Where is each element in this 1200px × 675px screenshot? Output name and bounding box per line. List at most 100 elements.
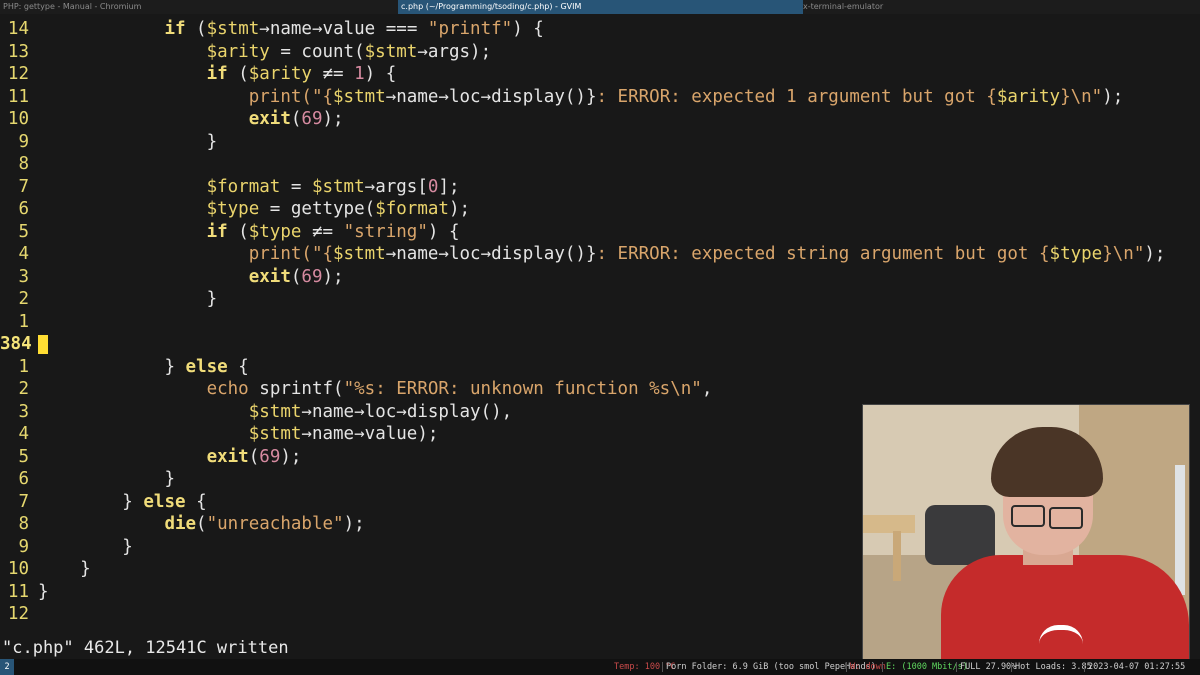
code-token: die [164,514,197,534]
line-number: 1 [18,356,29,377]
line-number: 384 [0,334,32,354]
code-token: 69 [301,266,323,287]
line-number: 3 [18,401,29,422]
code-text: } [38,581,49,604]
code-token: ( [196,514,207,534]
code-token: print [248,86,302,107]
code-line[interactable]: 1 } else { [0,356,1200,379]
status-separator [1084,662,1085,672]
code-token: → [354,424,365,444]
code-token: name [269,19,312,39]
code-token: display [491,244,565,264]
window-tab-chromium[interactable]: PHP: gettype - Manual - Chromium [0,0,401,14]
code-token: sprintf [259,379,334,399]
line-number: 11 [7,86,29,107]
code-text: echo sprintf("%s: ERROR: unknown functio… [38,378,713,401]
code-token: ()} [564,86,597,107]
code-line[interactable]: 14 if ($stmt→name→value === "printf") { [0,18,1200,41]
code-token: → [438,86,449,107]
code-text: } [38,536,133,559]
code-line[interactable]: 2 echo sprintf("%s: ERROR: unknown funct… [0,378,1200,401]
code-token: } [122,491,133,512]
workspace-button[interactable]: 2 [0,659,14,675]
code-token: } [164,356,175,377]
code-line[interactable]: 5 if ($type ≠= "string") { [0,221,1200,244]
code-token: } [206,131,218,152]
webcam-door-edge [1175,465,1185,595]
code-token: → [385,244,397,264]
code-text: die("unreachable"); [38,513,364,536]
line-number: 12 [7,604,29,624]
code-token: $stmt [333,244,386,264]
code-line[interactable]: 12 if ($arity ≠= 1) { [0,63,1200,86]
code-token: $format [206,176,281,197]
code-line[interactable]: 10 exit(69); [0,108,1200,131]
code-token: { [227,356,249,377]
code-token: $stmt [248,424,302,444]
code-token: ≠= [301,221,344,242]
vim-command-line: "c.php" 462L, 12541C written [2,638,289,658]
code-token: → [354,401,365,422]
code-text: } else { [38,491,206,514]
code-token: value [364,424,418,444]
code-token: print [248,244,302,264]
line-number: 9 [18,131,29,152]
code-line[interactable]: 2 } [0,288,1200,311]
code-token: echo [206,379,249,399]
code-token: $type [248,221,302,242]
code-line[interactable]: 3 exit(69); [0,266,1200,289]
code-line[interactable]: 8 [0,153,1200,176]
code-token: $stmt [248,401,302,422]
code-token: (), [480,401,513,422]
code-token: exit [206,446,249,467]
code-token: ); [322,109,344,129]
code-line[interactable]: 9 } [0,131,1200,154]
window-tab-gvim[interactable]: c.php (~/Programming/tsoding/c.php) - GV… [398,0,803,14]
line-number: 11 [7,581,29,602]
code-token: = [269,41,302,62]
line-number: 6 [18,199,29,219]
code-token: = [280,176,312,197]
line-number: 4 [18,244,29,264]
status-item: Porn Folder: 6.9 GiB (too smol PepeHands… [666,662,876,672]
status-item: Hot Loads: 3.85 [1015,662,1092,672]
code-token: , [701,379,713,399]
code-token: "string" [343,221,428,242]
code-token: ) { [427,221,460,242]
code-token: ); [1102,86,1124,107]
code-token: loc [364,401,397,422]
code-line[interactable]: 6 $type = gettype($format); [0,198,1200,221]
code-token: ); [417,424,439,444]
line-number: 14 [7,19,29,39]
code-token: display [491,86,565,107]
code-token: value [322,19,376,39]
code-line[interactable]: 11 print("{$stmt→name→loc→display()}: ER… [0,86,1200,109]
code-token: name [311,424,355,444]
code-token: ); [470,41,492,62]
code-token: if [206,221,228,242]
code-token: → [311,19,323,39]
code-token: }\n" [1102,244,1145,264]
window-tab-terminal[interactable]: x-terminal-emulator [800,0,1200,14]
code-line[interactable]: 1 [0,311,1200,334]
code-token: ( [248,446,260,467]
code-text: exit(69); [38,446,302,469]
code-text: if ($type ≠= "string") { [38,221,460,244]
code-line[interactable]: 13 $arity = count($stmt→args); [0,41,1200,64]
code-line[interactable]: 4 print("{$stmt→name→loc→display()}: ERR… [0,243,1200,266]
code-token: args [375,176,418,197]
code-token: "%s: ERROR: unknown function %s\n" [343,379,702,399]
webcam-table [863,515,915,533]
status-item: 2023-04-07 01:27:55 [1088,662,1186,672]
code-line[interactable]: 384 [0,333,1200,356]
code-line[interactable]: 7 $format = $stmt→args[0]; [0,176,1200,199]
code-token: args [427,41,471,62]
code-token: ( [333,379,344,399]
